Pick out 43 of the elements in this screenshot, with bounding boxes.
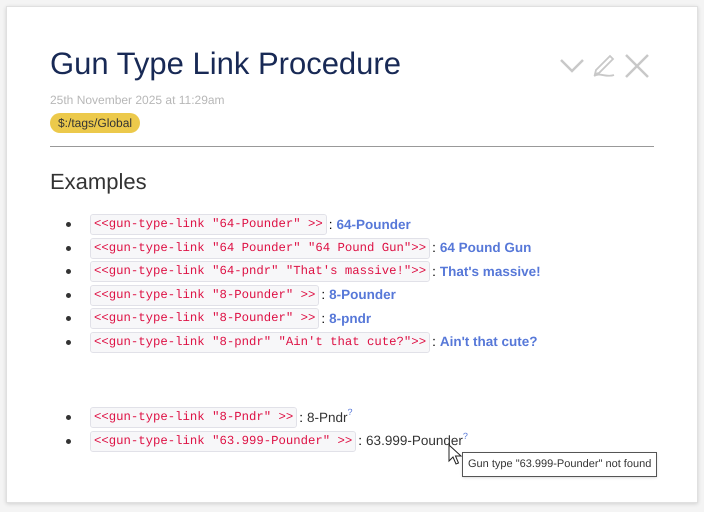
code-snippet: <<gun-type-link "8-pndr" "Ain't that cute?">> [90,332,430,353]
code-snippet: <<gun-type-link "64 Pounder" "64 Pound Gun">> [90,238,430,259]
missing-marker: ? [348,407,353,417]
bullet-icon [66,246,71,251]
colon-separator: : [432,262,436,281]
missing-link-text[interactable]: 8-Pndr [307,408,348,428]
colon-separator: : [432,239,436,258]
close-icon[interactable] [624,53,650,79]
chevron-down-icon[interactable] [560,59,584,73]
bullet-icon [66,415,71,420]
gun-type-link[interactable]: 64-Pounder [336,214,411,235]
gun-type-link[interactable]: 8-Pounder [329,285,396,306]
code-snippet: <<gun-type-link "64-Pounder" >> [90,214,327,236]
colon-separator: : [328,216,333,234]
gun-type-link[interactable]: 8-pndr [329,308,372,329]
missing-link-text[interactable]: 63.999-Pounder [366,431,463,452]
bullet-icon [66,222,71,228]
tooltip: Gun type "63.999-Pounder" not found [462,452,658,476]
colon-separator: : [299,408,304,427]
bullet-icon [66,269,71,274]
bullet-icon [66,438,71,444]
colon-separator: : [321,286,326,304]
code-snippet: <<gun-type-link "64-pndr" "That's massive!">> [90,261,430,282]
section-heading: Examples [50,169,148,195]
tag-pill[interactable]: $:/tags/Global [50,113,140,133]
tiddler-title: Gun Type Link Procedure [50,45,401,83]
colon-separator: : [358,432,362,450]
code-snippet: <<gun-type-link "8-Pounder" >> [90,308,320,330]
missing-marker: ? [462,430,468,440]
gun-type-link[interactable]: 64 Pound Gun [440,238,532,258]
gun-type-link[interactable]: That's massive! [440,262,541,282]
code-snippet: <<gun-type-link "63.999-Pounder" >> [90,430,356,452]
mouse-cursor-icon [448,444,462,466]
pencil-icon[interactable] [592,54,616,78]
bullet-icon [66,292,71,298]
bullet-icon [66,340,71,345]
modified-date: 25th November 2025 at 11:29am [50,92,226,109]
code-snippet: <<gun-type-link "8-Pndr" >> [90,407,298,428]
gun-type-link[interactable]: Ain't that cute? [440,332,538,352]
colon-separator: : [432,333,436,352]
code-snippet: <<gun-type-link "8-Pounder" >> [90,284,320,306]
bullet-icon [66,316,71,322]
colon-separator: : [321,310,326,328]
